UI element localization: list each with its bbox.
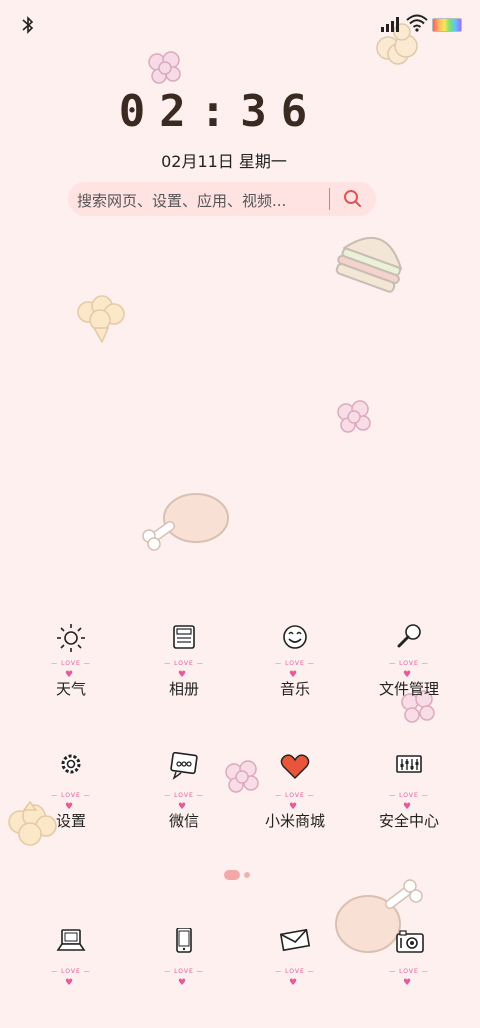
equalizer-icon (396, 755, 422, 773)
app-music[interactable]: LOVE ♥ 音乐 (240, 620, 350, 720)
smiley-icon (283, 625, 307, 649)
battery-icon (432, 18, 462, 32)
drumstick-decoration (142, 493, 229, 551)
love-badge: LOVE (154, 792, 214, 800)
page-dot-active[interactable] (224, 870, 240, 880)
love-badge: LOVE (265, 792, 325, 800)
love-badge: LOVE (265, 968, 325, 976)
app-label[interactable]: 微信 (129, 810, 239, 831)
app-label[interactable]: 小米商城 (240, 810, 350, 831)
search-divider (329, 188, 330, 210)
love-badge: LOVE (154, 968, 214, 976)
search-bar[interactable]: 搜索网页、设置、应用、视频... (68, 182, 376, 216)
heart-icon (280, 754, 310, 779)
dock-app-phone[interactable]: LOVE ♥ (129, 928, 239, 1028)
camera-icon (396, 930, 424, 953)
app-label[interactable]: 安全中心 (354, 810, 464, 831)
app-file-manager[interactable]: LOVE ♥ 文件管理 (354, 620, 464, 720)
lockscreen-clock: 02:36 (118, 86, 322, 137)
page-indicator[interactable] (224, 869, 264, 881)
app-gallery[interactable]: LOVE ♥ 相册 (129, 620, 239, 720)
signal-icon (381, 17, 399, 32)
app-label[interactable]: 设置 (16, 810, 126, 831)
page-dot[interactable] (244, 872, 250, 878)
chat-icon (170, 752, 198, 780)
app-settings[interactable]: LOVE ♥ 设置 (16, 752, 126, 852)
love-badge: LOVE (41, 792, 101, 800)
cauliflower-decoration (77, 295, 125, 344)
love-badge: LOVE (154, 660, 214, 668)
app-label[interactable]: 文件管理 (354, 678, 464, 699)
dock-app-camera[interactable]: LOVE ♥ (354, 928, 464, 1028)
love-badge: LOVE (265, 660, 325, 668)
app-wechat[interactable]: LOVE ♥ 微信 (129, 752, 239, 852)
app-weather[interactable]: LOVE ♥ 天气 (16, 620, 126, 720)
search-placeholder[interactable]: 搜索网页、设置、应用、视频... (77, 190, 286, 211)
love-badge: LOVE (379, 968, 439, 976)
love-badge: LOVE (41, 660, 101, 668)
search-icon[interactable] (342, 188, 364, 210)
app-label[interactable]: 相册 (129, 678, 239, 699)
heart-mark-icon: ♥ (403, 978, 412, 988)
envelope-icon (279, 928, 311, 952)
gallery-icon (173, 625, 195, 649)
heart-mark-icon: ♥ (65, 978, 74, 988)
heart-mark-icon: ♥ (178, 978, 187, 988)
app-security-center[interactable]: LOVE ♥ 安全中心 (354, 752, 464, 852)
app-label[interactable]: 天气 (16, 678, 126, 699)
magnifier-icon (397, 624, 421, 648)
popcorn-decoration (148, 51, 181, 84)
burger-decoration (335, 237, 403, 293)
popcorn-decoration (337, 400, 371, 433)
gear-icon (61, 754, 81, 774)
lockscreen-date: 02月11日 星期一 (161, 152, 287, 171)
dock-app-messages[interactable]: LOVE ♥ (240, 928, 350, 1028)
status-bar (0, 0, 480, 50)
dock-app-laptop[interactable]: LOVE ♥ (16, 928, 126, 1028)
phone-icon (176, 928, 192, 953)
app-mi-store[interactable]: LOVE ♥ 小米商城 (240, 752, 350, 852)
app-label[interactable]: 音乐 (240, 678, 350, 699)
heart-mark-icon: ♥ (289, 978, 298, 988)
love-badge: LOVE (41, 968, 101, 976)
bluetooth-icon (22, 16, 34, 34)
wifi-icon (406, 14, 428, 32)
love-badge: LOVE (379, 792, 439, 800)
sun-icon (57, 624, 85, 652)
love-badge: LOVE (379, 660, 439, 668)
laptop-icon (56, 929, 86, 951)
